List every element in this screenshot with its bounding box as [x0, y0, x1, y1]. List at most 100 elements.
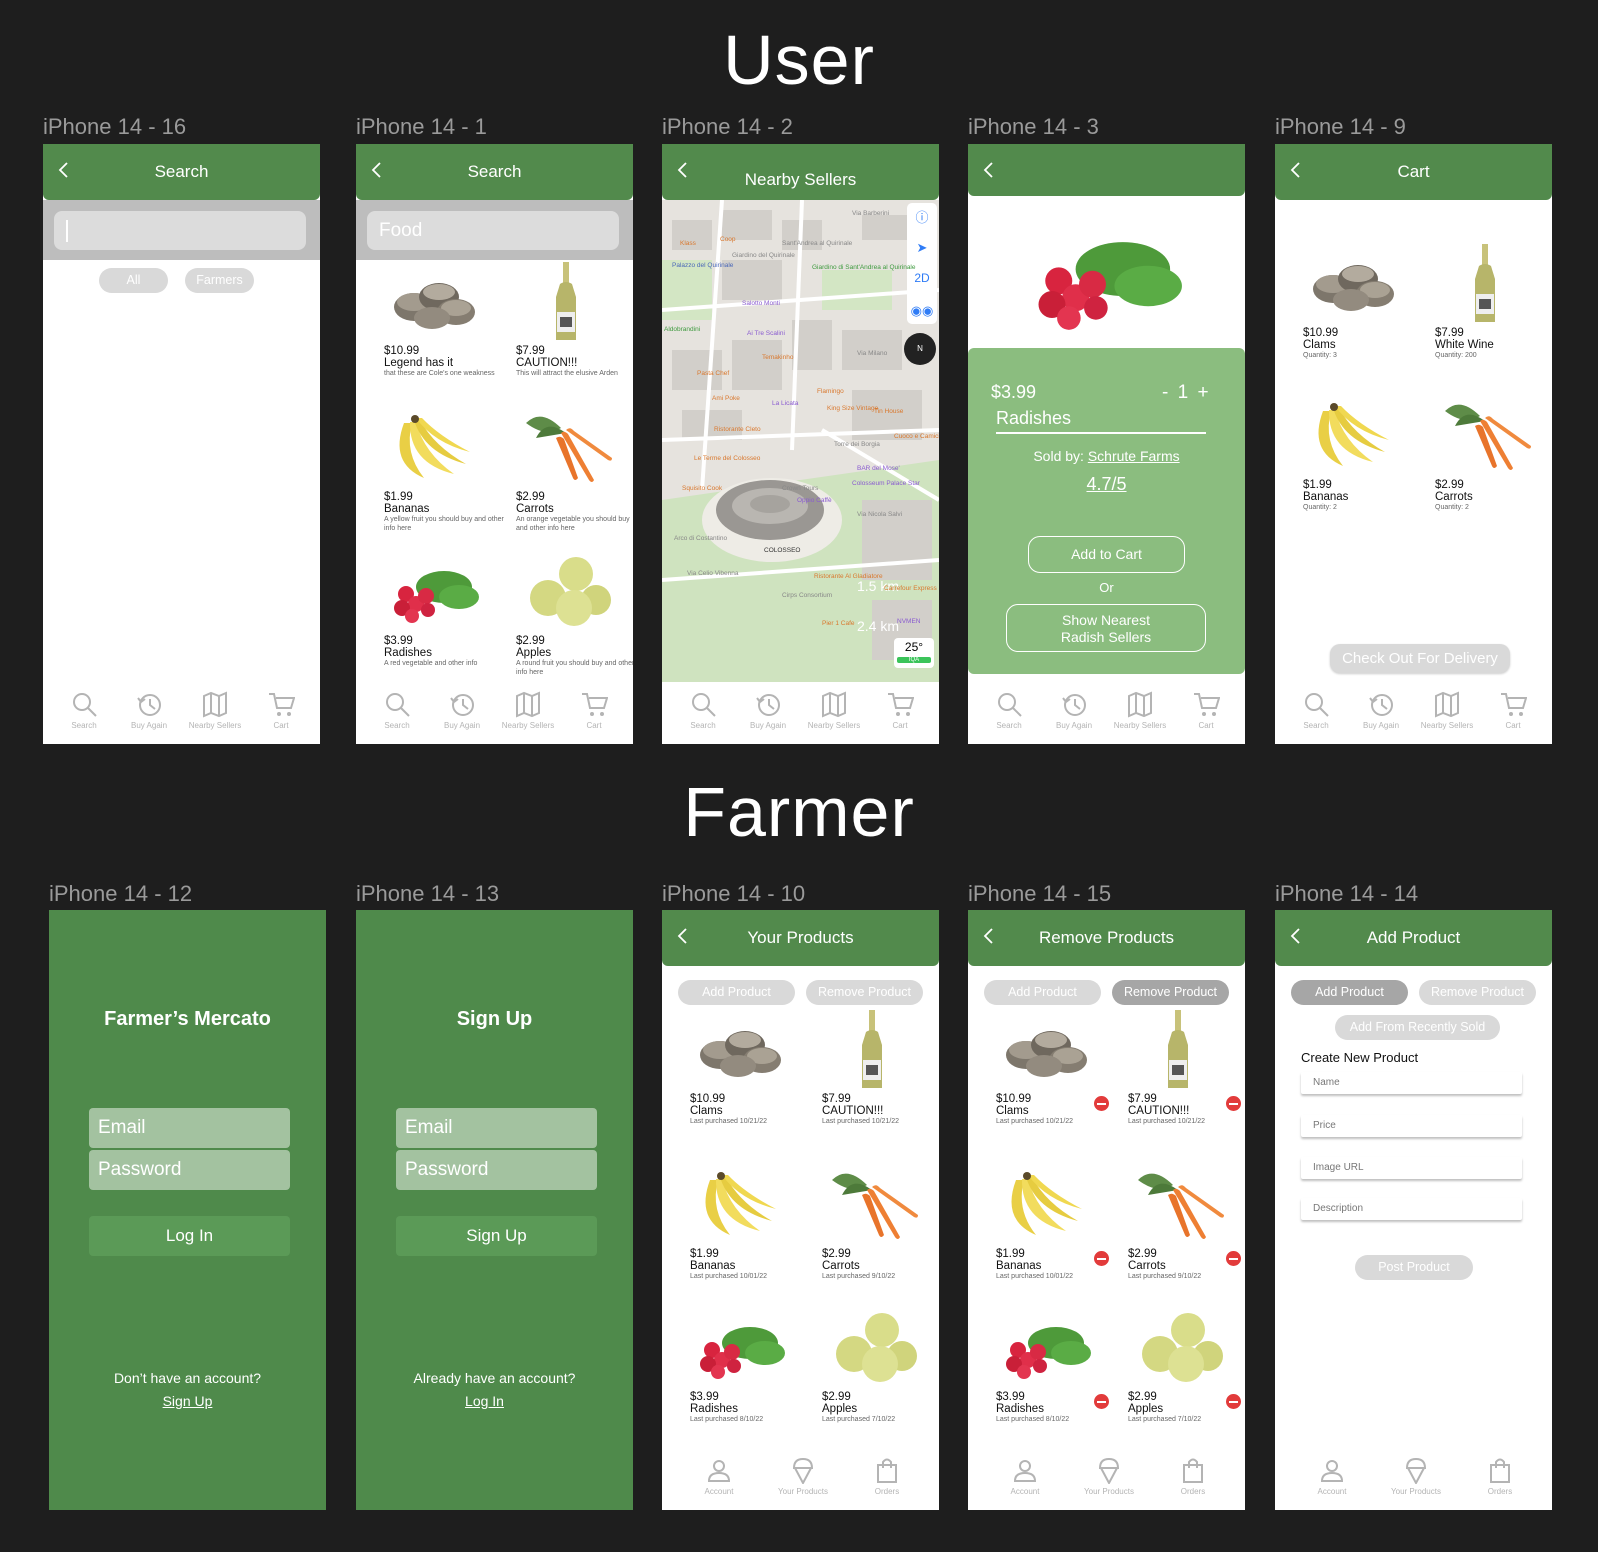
- product-card[interactable]: $1.99 Bananas Last purchased 10/01/22: [996, 1165, 1121, 1281]
- remove-product-tab[interactable]: Remove Product: [1112, 980, 1229, 1005]
- remove-product-tab[interactable]: Remove Product: [806, 980, 923, 1005]
- map-poi-label[interactable]: Ristorante Cleto: [714, 426, 761, 433]
- product-card[interactable]: $7.99 CAUTION!!! Last purchased 10/21/22: [822, 1010, 939, 1126]
- search-input[interactable]: [54, 211, 306, 250]
- product-card[interactable]: $3.99 Radishes A red vegetable and other i…: [384, 552, 509, 668]
- add-from-recently-sold-button[interactable]: Add From Recently Sold: [1335, 1015, 1500, 1040]
- nav-buy-again[interactable]: Buy Again: [427, 690, 497, 730]
- seller-rating[interactable]: 4.7/5: [968, 474, 1245, 495]
- nav-search[interactable]: Search: [974, 690, 1044, 730]
- product-card[interactable]: $2.99 Carrots Last purchased 9/10/22: [822, 1165, 939, 1281]
- map-poi-label[interactable]: Via Barberini: [852, 210, 889, 217]
- nav-account[interactable]: Account: [1297, 1456, 1367, 1496]
- add-product-tab[interactable]: Add Product: [678, 980, 795, 1005]
- add-product-tab[interactable]: Add Product: [984, 980, 1101, 1005]
- product-card[interactable]: $10.99 Legend has it that these are Cole's…: [384, 262, 509, 378]
- map-poi-label[interactable]: Via Nicola Salvi: [857, 511, 902, 518]
- nav-your-products[interactable]: Your Products: [1381, 1456, 1451, 1496]
- back-chevron-icon[interactable]: [982, 160, 996, 180]
- map-poi-label[interactable]: Squisito Cook: [682, 485, 722, 492]
- search-input[interactable]: Food: [367, 211, 619, 250]
- product-card[interactable]: $3.99 Radishes Last purchased 8/10/22: [690, 1308, 815, 1424]
- nav-search[interactable]: Search: [49, 690, 119, 730]
- map-poi-label[interactable]: Coop: [720, 236, 736, 243]
- show-nearest-sellers-button[interactable]: Show Nearest Radish Sellers: [1006, 604, 1206, 652]
- map-poi-label[interactable]: COLOSSEO: [764, 547, 800, 554]
- nav-cart[interactable]: Cart: [865, 690, 935, 730]
- price-field[interactable]: Price: [1301, 1115, 1522, 1137]
- product-card[interactable]: $2.99 Carrots An orange vegetable you shou…: [516, 408, 633, 533]
- nav-nearby-sellers[interactable]: Nearby Sellers: [1412, 690, 1482, 730]
- email-field[interactable]: Email: [89, 1108, 290, 1148]
- nav-orders[interactable]: Orders: [1158, 1456, 1228, 1496]
- map-poi-label[interactable]: Crown Tours: [782, 485, 818, 492]
- map-poi-label[interactable]: Palazzo del Quirinale: [672, 262, 733, 269]
- image-url-field[interactable]: Image URL: [1301, 1157, 1522, 1179]
- map-poi-label[interactable]: Carrefour Express: [884, 585, 937, 592]
- login-button[interactable]: Log In: [89, 1216, 290, 1256]
- map-poi-label[interactable]: Flamingo: [817, 388, 844, 395]
- map-poi-label[interactable]: Ristorante Al Gladiatore: [814, 573, 883, 580]
- product-card[interactable]: $1.99 Bananas Quantity: 2: [1303, 396, 1428, 512]
- map-poi-label[interactable]: Colosseum Palace Star: [852, 480, 920, 487]
- password-field[interactable]: Password: [89, 1150, 290, 1190]
- map-poi-label[interactable]: La Licata: [772, 400, 798, 407]
- remove-product-tab[interactable]: Remove Product: [1419, 980, 1536, 1005]
- nav-buy-again[interactable]: Buy Again: [1346, 690, 1416, 730]
- description-field[interactable]: Description: [1301, 1198, 1522, 1220]
- product-card[interactable]: $3.99 Radishes Last purchased 8/10/22: [996, 1308, 1121, 1424]
- map-view[interactable]: ⓘ ➤ 2D ◉◉ N 1.5 km 2.4 km 25° IQA Klass C…: [662, 200, 939, 682]
- login-link[interactable]: Log In: [356, 1393, 623, 1409]
- nav-nearby-sellers[interactable]: Nearby Sellers: [799, 690, 869, 730]
- nav-search[interactable]: Search: [362, 690, 432, 730]
- nav-search[interactable]: Search: [1281, 690, 1351, 730]
- nav-cart[interactable]: Cart: [1171, 690, 1241, 730]
- map-poi-label[interactable]: Salotto Monti: [742, 300, 780, 307]
- nav-account[interactable]: Account: [990, 1456, 1060, 1496]
- signup-button[interactable]: Sign Up: [396, 1216, 597, 1256]
- product-card[interactable]: $7.99 CAUTION!!! This will attract the elu…: [516, 262, 633, 378]
- nav-orders[interactable]: Orders: [852, 1456, 922, 1496]
- info-icon[interactable]: ⓘ: [907, 203, 937, 233]
- nav-nearby-sellers[interactable]: Nearby Sellers: [180, 690, 250, 730]
- nav-nearby-sellers[interactable]: Nearby Sellers: [1105, 690, 1175, 730]
- map-poi-label[interactable]: Giardino del Quirinale: [732, 252, 795, 259]
- name-field[interactable]: Name: [1301, 1072, 1522, 1094]
- seller-link[interactable]: Schrute Farms: [1088, 448, 1180, 464]
- post-product-button[interactable]: Post Product: [1355, 1255, 1473, 1280]
- product-card[interactable]: $1.99 Bananas A yellow fruit you should bu…: [384, 408, 509, 533]
- map-poi-label[interactable]: Ami Poke: [712, 395, 740, 402]
- filter-chip-all[interactable]: All: [99, 268, 168, 293]
- map-poi-label[interactable]: King Size Vintage: [827, 405, 878, 412]
- map-poi-label[interactable]: Cuoco e Camicia: [894, 433, 939, 440]
- binoculars-icon[interactable]: ◉◉: [907, 297, 937, 324]
- map-poi-label[interactable]: Torre dei Borgia: [834, 441, 880, 448]
- nav-buy-again[interactable]: Buy Again: [733, 690, 803, 730]
- nav-orders[interactable]: Orders: [1465, 1456, 1535, 1496]
- product-card[interactable]: $2.99 Apples Last purchased 7/10/22: [822, 1308, 939, 1424]
- nav-your-products[interactable]: Your Products: [768, 1456, 838, 1496]
- map-poi-label[interactable]: Giardino di Sant'Andrea al Quirinale: [812, 264, 916, 271]
- location-arrow-icon[interactable]: ➤: [907, 233, 937, 263]
- nav-buy-again[interactable]: Buy Again: [114, 690, 184, 730]
- map-poi-label[interactable]: Klass: [680, 240, 696, 247]
- remove-product-icon[interactable]: [1094, 1394, 1109, 1409]
- product-card[interactable]: $1.99 Bananas Last purchased 10/01/22: [690, 1165, 815, 1281]
- nav-search[interactable]: Search: [668, 690, 738, 730]
- map-poi-label[interactable]: Sant'Andrea al Quirinale: [782, 240, 852, 247]
- signup-link[interactable]: Sign Up: [49, 1393, 326, 1409]
- nav-account[interactable]: Account: [684, 1456, 754, 1496]
- remove-product-icon[interactable]: [1226, 1096, 1241, 1111]
- nav-cart[interactable]: Cart: [559, 690, 629, 730]
- product-card[interactable]: $7.99 CAUTION!!! Last purchased 10/21/22: [1128, 1010, 1245, 1126]
- map-poi-label[interactable]: Arco di Costantino: [674, 535, 727, 542]
- checkout-button[interactable]: Check Out For Delivery: [1330, 644, 1510, 673]
- map-poi-label[interactable]: Tin House: [874, 408, 903, 415]
- map-poi-label[interactable]: Pier 1 Cafe: [822, 620, 855, 627]
- product-card[interactable]: $2.99 Apples A round fruit you should buy …: [516, 552, 633, 677]
- email-field[interactable]: Email: [396, 1108, 597, 1148]
- map-poi-label[interactable]: Via Celio Vibenna: [687, 570, 738, 577]
- product-card[interactable]: $10.99 Clams Quantity: 3: [1303, 244, 1428, 360]
- quantity-stepper[interactable]: - 1 +: [1162, 382, 1211, 404]
- compass-icon[interactable]: N: [904, 333, 936, 365]
